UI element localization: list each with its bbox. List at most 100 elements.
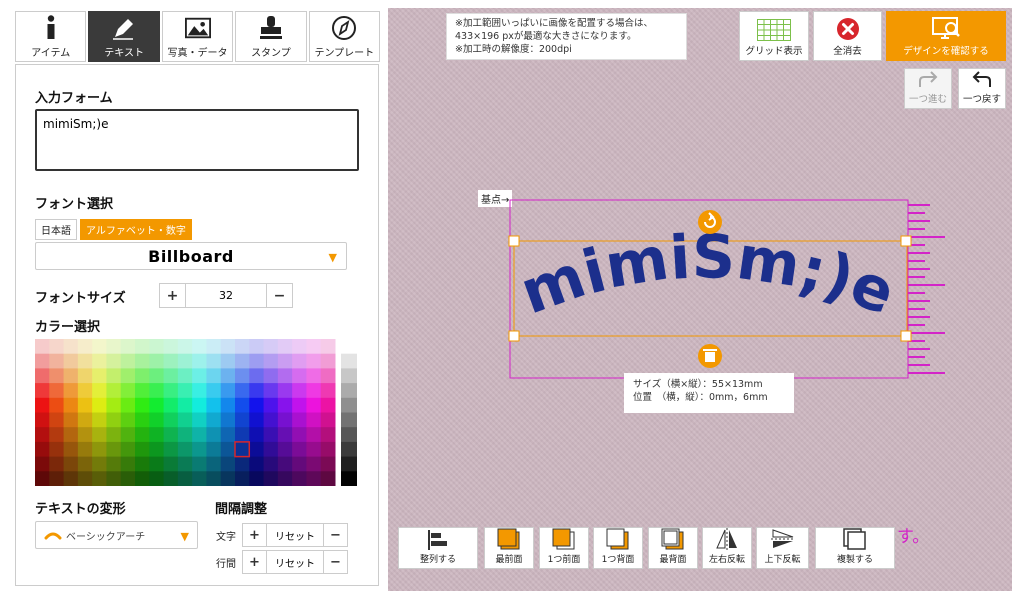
- color-swatch[interactable]: [106, 353, 122, 369]
- color-swatch[interactable]: [320, 412, 336, 428]
- color-swatch[interactable]: [149, 353, 165, 369]
- char-spacing-decrease-button[interactable]: −: [324, 524, 347, 546]
- color-swatch[interactable]: [220, 397, 236, 413]
- color-swatch[interactable]: [120, 471, 136, 487]
- color-swatch[interactable]: [149, 471, 165, 487]
- color-swatch[interactable]: [192, 339, 207, 355]
- gray-swatch[interactable]: [341, 383, 357, 399]
- color-swatch[interactable]: [249, 339, 265, 355]
- undo-button[interactable]: 一つ戻す: [958, 68, 1006, 109]
- color-swatch[interactable]: [206, 412, 222, 428]
- color-swatch[interactable]: [263, 441, 279, 458]
- resize-handle[interactable]: [900, 235, 912, 247]
- color-swatch[interactable]: [192, 397, 207, 413]
- color-swatch[interactable]: [263, 339, 279, 355]
- color-swatch[interactable]: [77, 427, 93, 443]
- color-swatch[interactable]: [149, 339, 165, 355]
- color-swatch[interactable]: [263, 383, 279, 399]
- color-swatch[interactable]: [49, 368, 65, 384]
- color-swatch[interactable]: [106, 368, 122, 384]
- color-swatch[interactable]: [320, 427, 336, 443]
- color-swatch[interactable]: [220, 412, 236, 428]
- color-swatch[interactable]: [63, 397, 79, 413]
- color-swatch[interactable]: [249, 427, 265, 443]
- color-swatch[interactable]: [320, 397, 336, 413]
- color-swatch[interactable]: [206, 471, 222, 487]
- color-swatch[interactable]: [35, 339, 50, 355]
- color-swatch[interactable]: [77, 412, 93, 428]
- color-swatch[interactable]: [149, 427, 165, 443]
- color-swatch[interactable]: [135, 471, 150, 487]
- color-swatch[interactable]: [292, 353, 307, 369]
- color-swatch[interactable]: [135, 441, 150, 458]
- color-swatch[interactable]: [135, 368, 150, 384]
- clear-all-button[interactable]: 全消去: [813, 11, 882, 61]
- color-swatch[interactable]: [35, 412, 50, 428]
- color-swatch[interactable]: [77, 383, 93, 399]
- color-swatch[interactable]: [206, 427, 222, 443]
- color-swatch[interactable]: [177, 441, 193, 458]
- color-swatch[interactable]: [177, 339, 193, 355]
- color-swatch[interactable]: [249, 456, 265, 472]
- color-swatch[interactable]: [220, 353, 236, 369]
- font-dropdown[interactable]: Billboard ▼: [35, 242, 347, 270]
- color-swatch[interactable]: [177, 412, 193, 428]
- color-swatch[interactable]: [149, 412, 165, 428]
- resize-handle[interactable]: [508, 235, 520, 247]
- color-swatch[interactable]: [163, 427, 179, 443]
- color-swatch[interactable]: [106, 456, 122, 472]
- color-swatch[interactable]: [106, 471, 122, 487]
- color-swatch[interactable]: [277, 456, 293, 472]
- color-swatch[interactable]: [249, 397, 265, 413]
- color-swatch[interactable]: [35, 471, 50, 487]
- color-swatch[interactable]: [92, 456, 107, 472]
- color-swatch[interactable]: [292, 383, 307, 399]
- color-swatch[interactable]: [192, 368, 207, 384]
- color-swatch[interactable]: [120, 456, 136, 472]
- color-swatch[interactable]: [277, 353, 293, 369]
- color-swatch[interactable]: [77, 441, 93, 458]
- color-swatch[interactable]: [177, 383, 193, 399]
- font-size-increase-button[interactable]: +: [160, 284, 185, 307]
- color-swatch[interactable]: [235, 368, 250, 384]
- line-spacing-reset-button[interactable]: リセット: [266, 551, 324, 573]
- font-size-value[interactable]: 32: [185, 284, 267, 307]
- gray-swatch[interactable]: [341, 441, 357, 458]
- color-palette-grid[interactable]: [35, 339, 357, 487]
- color-swatch[interactable]: [120, 339, 136, 355]
- color-swatch[interactable]: [320, 471, 336, 487]
- resize-handle[interactable]: [900, 330, 912, 342]
- send-to-back-button[interactable]: 最背面: [648, 527, 698, 569]
- gray-swatch[interactable]: [341, 368, 357, 384]
- color-swatch[interactable]: [120, 368, 136, 384]
- color-swatch[interactable]: [306, 427, 322, 443]
- color-swatch[interactable]: [63, 441, 79, 458]
- color-swatch[interactable]: [192, 412, 207, 428]
- color-swatch[interactable]: [263, 368, 279, 384]
- gray-swatch[interactable]: [341, 456, 357, 472]
- align-button[interactable]: 整列する: [398, 527, 478, 569]
- color-swatch[interactable]: [263, 456, 279, 472]
- design-text[interactable]: mimiSm;)e: [512, 222, 904, 329]
- color-swatch[interactable]: [63, 456, 79, 472]
- color-swatch[interactable]: [306, 353, 322, 369]
- color-swatch[interactable]: [306, 383, 322, 399]
- gray-swatch[interactable]: [341, 397, 357, 413]
- color-swatch[interactable]: [277, 397, 293, 413]
- color-swatch[interactable]: [320, 353, 336, 369]
- text-transform-dropdown[interactable]: ベーシックアーチ ▼: [35, 521, 198, 549]
- color-swatch[interactable]: [49, 397, 65, 413]
- color-swatch[interactable]: [135, 353, 150, 369]
- color-swatch[interactable]: [92, 353, 107, 369]
- color-swatch[interactable]: [35, 353, 50, 369]
- char-spacing-reset-button[interactable]: リセット: [266, 524, 324, 546]
- color-swatch[interactable]: [49, 412, 65, 428]
- color-swatch[interactable]: [63, 339, 79, 355]
- color-swatch[interactable]: [292, 471, 307, 487]
- color-swatch[interactable]: [177, 456, 193, 472]
- color-swatch[interactable]: [77, 397, 93, 413]
- font-size-decrease-button[interactable]: −: [267, 284, 292, 307]
- color-swatch[interactable]: [263, 427, 279, 443]
- color-swatch[interactable]: [206, 353, 222, 369]
- color-swatch[interactable]: [77, 368, 93, 384]
